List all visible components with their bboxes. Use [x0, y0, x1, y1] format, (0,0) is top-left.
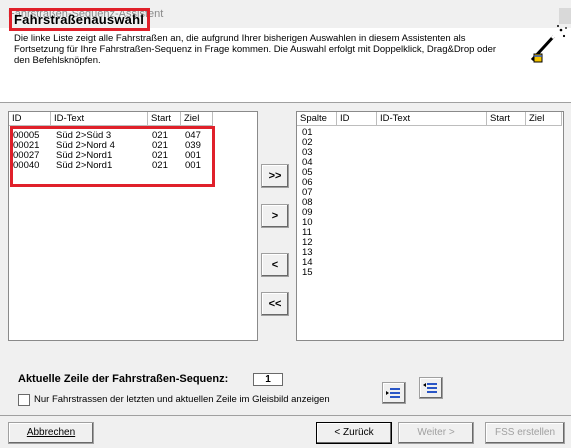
- column-header-start[interactable]: Start: [148, 112, 181, 126]
- column-header-id[interactable]: ID: [9, 112, 51, 126]
- delete-row-icon: [423, 383, 437, 393]
- cancel-button[interactable]: Abbrechen: [8, 422, 94, 444]
- gleisbild-checkbox-label[interactable]: Nur Fahrstrassen der letzten und aktuell…: [34, 394, 330, 405]
- remove-all-button[interactable]: <<: [261, 292, 289, 316]
- column-header-id[interactable]: ID: [337, 112, 377, 126]
- add-all-button[interactable]: >>: [261, 164, 289, 188]
- add-button[interactable]: >: [261, 204, 289, 228]
- column-header-start[interactable]: Start: [487, 112, 526, 126]
- page-description: Die linke Liste zeigt alle Fahrstraßen a…: [14, 33, 497, 66]
- highlight-frame: [10, 126, 215, 187]
- list-item[interactable]: 15: [302, 268, 313, 278]
- current-row-field[interactable]: 1: [253, 373, 283, 386]
- gleisbild-checkbox[interactable]: [18, 394, 30, 406]
- back-button[interactable]: < Zurück: [316, 422, 392, 444]
- current-row-label: Aktuelle Zeile der Fahrstraßen-Sequenz:: [18, 373, 229, 385]
- create-fss-button[interactable]: FSS erstellen: [485, 422, 565, 444]
- remove-button[interactable]: <: [261, 253, 289, 277]
- column-header-ziel[interactable]: Ziel: [526, 112, 562, 126]
- column-header-id-text[interactable]: ID-Text: [377, 112, 487, 126]
- column-header-ziel[interactable]: Ziel: [181, 112, 213, 126]
- page-title: Fahrstraßenauswahl: [9, 8, 151, 31]
- close-control[interactable]: [559, 8, 571, 24]
- next-button[interactable]: Weiter >: [398, 422, 474, 444]
- magic-wand-icon: [530, 25, 567, 63]
- column-header-id-text[interactable]: ID-Text: [51, 112, 148, 126]
- sequence-list[interactable]: Spalte ID ID-Text Start Ziel 01 02 03 04…: [296, 111, 564, 341]
- delete-row-button[interactable]: [419, 377, 443, 399]
- insert-row-icon: [386, 388, 400, 398]
- insert-row-button[interactable]: [382, 382, 406, 404]
- column-header-spalte[interactable]: Spalte: [297, 112, 337, 126]
- footer-separator: [0, 415, 571, 416]
